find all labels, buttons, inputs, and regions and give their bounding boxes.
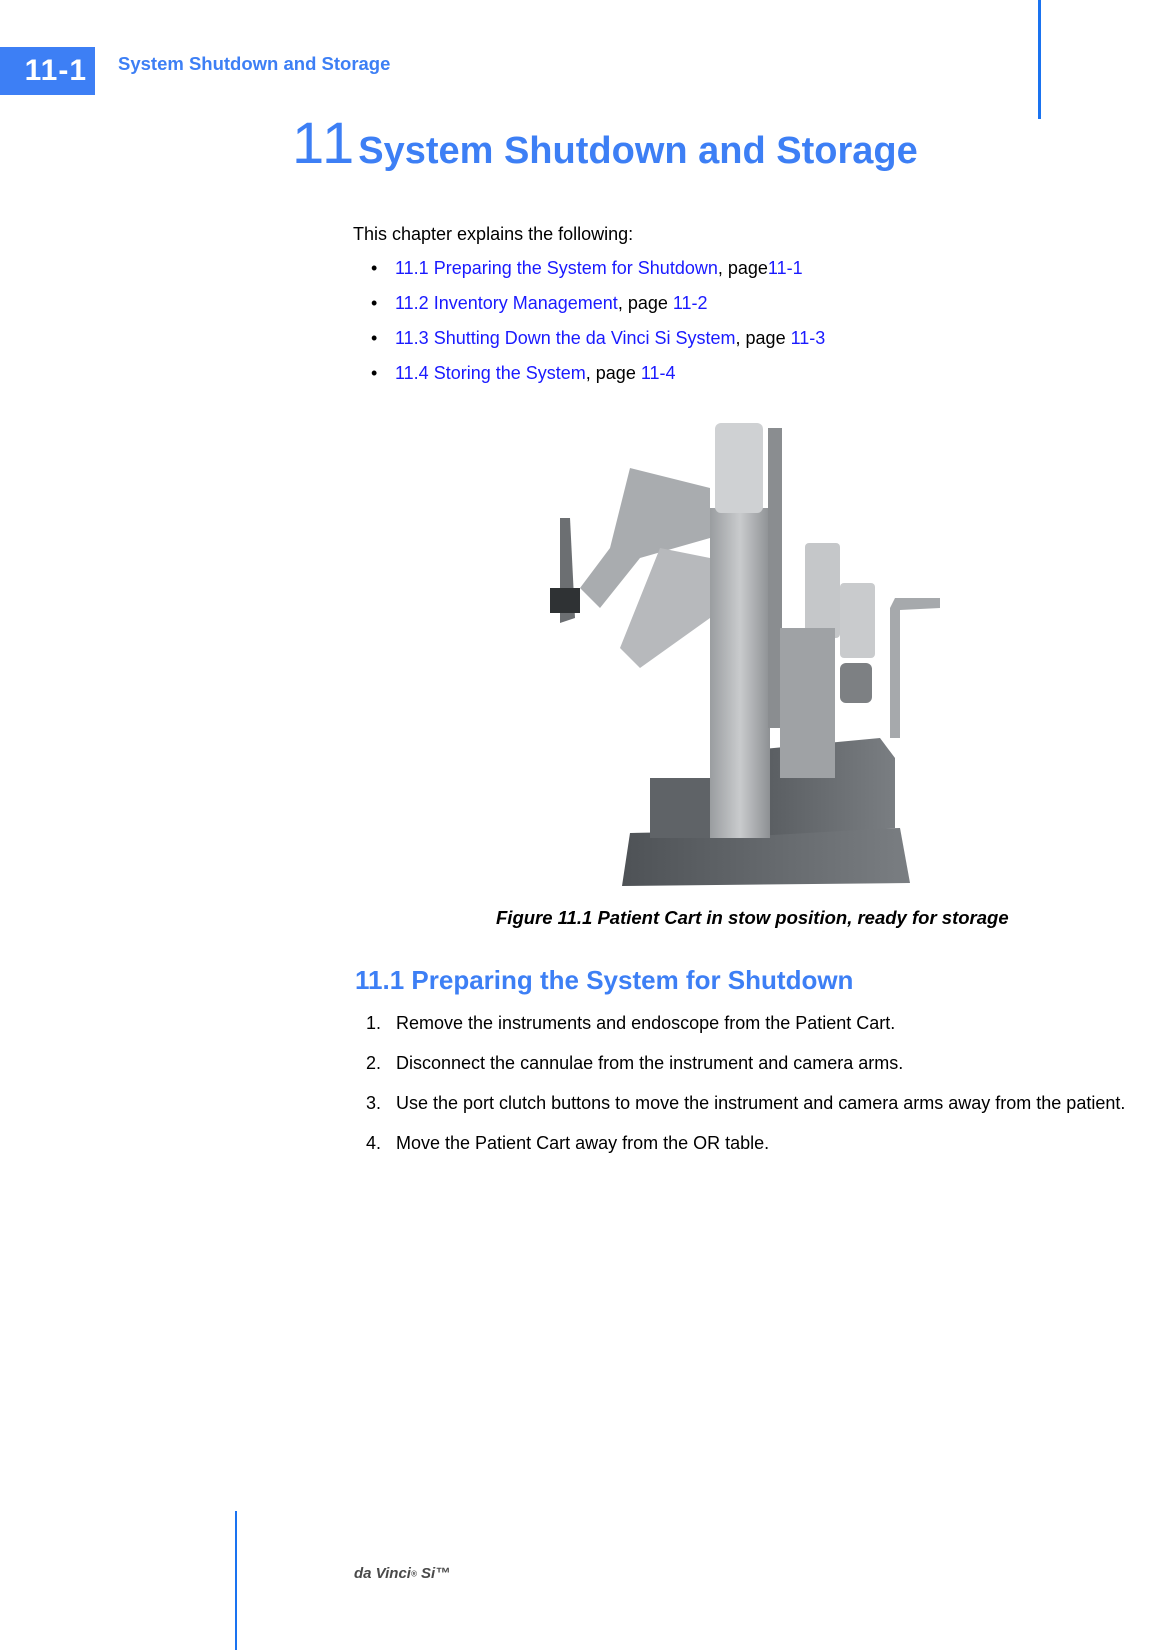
cart-column <box>710 508 770 838</box>
toc-item: • 11.2 Inventory Management, page 11-2 <box>371 293 825 328</box>
toc-page-label: , page <box>717 258 768 278</box>
side-handle <box>890 598 940 738</box>
toc-page-label: , page <box>617 293 673 313</box>
toc-link-section-11-4[interactable]: 11.4 Storing the System <box>395 363 586 383</box>
step-item: 3. Use the port clutch buttons to move th… <box>366 1090 1163 1117</box>
toc-page-ref[interactable]: 11-1 <box>768 258 803 278</box>
footer-divider <box>235 1511 237 1650</box>
toc-page-label: , page <box>735 328 791 348</box>
toc-item: • 11.1 Preparing the System for Shutdown… <box>371 258 825 293</box>
page-number-badge: 11-1 <box>0 47 95 95</box>
camera-arm-2 <box>840 583 875 658</box>
step-item: 2. Disconnect the cannulae from the instr… <box>366 1050 1163 1077</box>
footer-product-name: da Vinci® Si™ <box>354 1565 450 1582</box>
camera-head <box>840 663 872 703</box>
steps-list: 1. Remove the instruments and endoscope f… <box>366 1010 1163 1170</box>
toc-list: • 11.1 Preparing the System for Shutdown… <box>371 258 825 398</box>
step-number: 1. <box>366 1013 382 1033</box>
camera-arm-body <box>780 628 835 778</box>
step-item: 4. Move the Patient Cart away from the OR… <box>366 1130 1163 1157</box>
instrument-clamp <box>550 588 580 613</box>
footer-model: Si™ <box>416 1565 451 1582</box>
header-divider <box>1038 0 1041 119</box>
chapter-number: 11 <box>292 111 357 176</box>
step-number: 2. <box>366 1053 382 1073</box>
step-number: 4. <box>366 1133 382 1153</box>
running-header-title: System Shutdown and Storage <box>118 53 391 74</box>
chapter-title-text: System Shutdown and Storage <box>358 130 918 172</box>
toc-link-section-11-3[interactable]: 11.3 Shutting Down the da Vinci Si Syste… <box>395 328 736 348</box>
step-text: Disconnect the cannulae from the instrum… <box>396 1053 904 1073</box>
chapter-title: 11System Shutdown and Storage <box>292 110 918 177</box>
bullet-icon: • <box>371 328 378 348</box>
toc-link-section-11-2[interactable]: 11.2 Inventory Management <box>395 293 618 313</box>
step-item: 1. Remove the instruments and endoscope f… <box>366 1010 1163 1037</box>
toc-page-ref[interactable]: 11-4 <box>641 363 676 383</box>
camera-arm-tower <box>805 543 840 638</box>
step-text: Use the port clutch buttons to move the … <box>396 1093 1126 1113</box>
cart-body-lower <box>650 778 720 838</box>
intro-text: This chapter explains the following: <box>353 224 634 244</box>
step-text: Remove the instruments and endoscope fro… <box>396 1013 896 1033</box>
step-text: Move the Patient Cart away from the OR t… <box>396 1133 770 1153</box>
toc-page-ref[interactable]: 11-3 <box>791 328 826 348</box>
column-top <box>715 423 763 513</box>
toc-item: • 11.3 Shutting Down the da Vinci Si Sys… <box>371 328 825 363</box>
step-number: 3. <box>366 1093 382 1113</box>
column-rail <box>768 428 782 728</box>
bullet-icon: • <box>371 363 378 383</box>
bullet-icon: • <box>371 258 378 278</box>
patient-cart-figure <box>550 423 940 886</box>
toc-page-label: , page <box>585 363 641 383</box>
page-number: 11-1 <box>24 54 87 87</box>
footer-brand: da Vinci <box>354 1565 411 1582</box>
figure-caption: Figure 11.1 Patient Cart in stow positio… <box>496 907 1009 928</box>
toc-link-section-11-1[interactable]: 11.1 Preparing the System for Shutdown <box>395 258 718 278</box>
section-heading: 11.1 Preparing the System for Shutdown <box>355 965 854 995</box>
bullet-icon: • <box>371 293 378 313</box>
toc-page-ref[interactable]: 11-2 <box>673 293 708 313</box>
toc-item: • 11.4 Storing the System, page 11-4 <box>371 363 825 398</box>
